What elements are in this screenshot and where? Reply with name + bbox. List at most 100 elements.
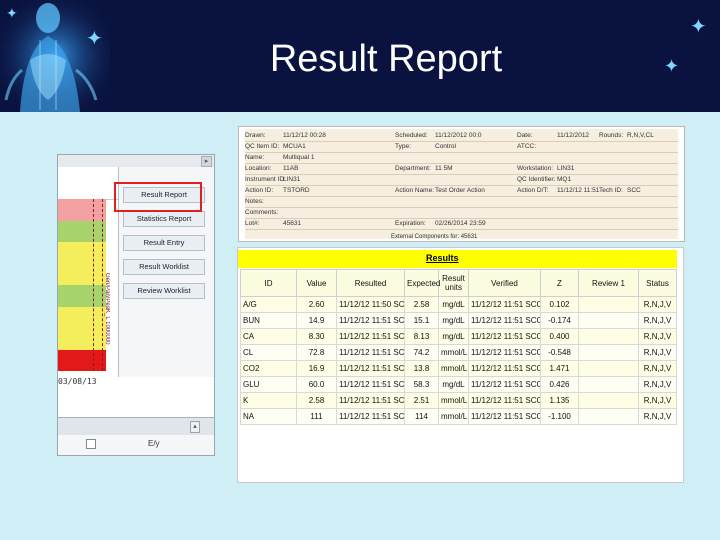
cell-units: mg/dL [438,328,469,345]
info-label: Type: [395,143,411,150]
info-label: ATCC: [517,143,537,150]
cell-resulted: 11/12/12 11:51 SCC [336,328,405,345]
column-header-verified[interactable]: Verified [468,269,541,297]
cell-value: 60.0 [296,376,337,393]
cell-z: -0.548 [540,344,579,361]
cell-id: A/G [240,296,297,313]
title-banner: ✦ ✦ ✦ ✦ Result Report [0,0,720,112]
application-menu-screenshot: ▸ Gen/Pan/PeaK_L 1000000 03/08/13 Result… [57,154,215,456]
table-row[interactable]: A/G 2.60 11/12/12 11:50 SCC 2.58 mg/dL 11/12/… [240,296,677,313]
info-label: Name: [245,154,265,161]
column-header-id[interactable]: ID [240,269,297,297]
cell-value: 2.60 [296,296,337,313]
column-header-units[interactable]: Result units [438,269,469,297]
cell-value: 14.9 [296,312,337,329]
column-header-status[interactable]: Status [638,269,677,297]
info-label: Action ID: [245,187,274,194]
info-label: Instrument ID: [245,176,286,183]
row-divider [245,207,678,208]
info-label: Comments: [245,209,279,216]
row-divider [245,196,678,197]
bottom-toolbar: ▴ [58,417,214,436]
info-value: MCUA1 [283,143,306,150]
info-value: R,N,V,CL [627,132,654,139]
cell-expected: 8.13 [404,328,439,345]
cell-expected: 2.51 [404,392,439,409]
info-value: 11AB [283,165,299,172]
table-row[interactable]: BUN 14.9 11/12/12 11:51 SCC 15.1 mg/dL 11/12/… [240,312,677,329]
cell-value: 8.30 [296,328,337,345]
table-row[interactable]: GLU 60.0 11/12/12 11:51 SCC 58.3 mg/dL 11/12/… [240,376,677,393]
info-value: 11 5M [435,165,453,172]
cell-z: 0.102 [540,296,579,313]
checkbox[interactable] [86,439,96,449]
info-value: LIN31 [557,165,575,172]
result-worklist-button[interactable]: Result Worklist [123,259,205,275]
info-label: Action D/T: [517,187,549,194]
cell-verified: 11/12/12 11:51 SCC [468,328,541,345]
chart-header [58,167,118,200]
info-label: Drawn: [245,132,266,139]
cell-expected: 58.3 [404,376,439,393]
info-label: Tech ID: [599,187,623,194]
cell-review [578,392,639,409]
column-header-resulted[interactable]: Resulted [336,269,405,297]
column-header-expected[interactable]: Expected [404,269,440,297]
row-divider [245,163,678,164]
cell-id: CO2 [240,360,297,377]
cell-z: -0.174 [540,312,579,329]
info-value: MQ1 [557,176,572,183]
table-header-row: ID Value Resulted Expected Result units … [240,269,677,297]
review-worklist-button[interactable]: Review Worklist [123,283,205,299]
info-label: Location: [245,165,272,172]
cell-z: 1.135 [540,392,579,409]
cell-resulted: 11/12/12 11:51 SCC [336,376,405,393]
column-header-review[interactable]: Review 1 [578,269,639,297]
vertical-chart-label: Gen/Pan/PeaK_L 1000000 [104,273,110,345]
cell-units: mmol/L [438,344,469,361]
cell-z: 0.426 [540,376,579,393]
table-row[interactable]: CA 8.30 11/12/12 11:51 SCC 8.13 mg/dL 11/12/1… [240,328,677,345]
info-value: TSTORD [283,187,310,194]
info-label: Department: [395,165,431,172]
cell-resulted: 11/12/12 11:51 SCC [336,392,405,409]
table-row[interactable]: NA 111 11/12/12 11:51 SCC 114 mmol/L 11/12/12… [240,408,677,425]
cell-z: 0.400 [540,328,579,345]
column-header-z[interactable]: Z [540,269,579,297]
cell-review [578,408,639,425]
info-label: Workstation: [517,165,554,172]
cell-review [578,376,639,393]
cell-units: mmol/L [438,360,469,377]
results-title: Results [426,253,459,263]
scroll-right-icon[interactable]: ▸ [201,156,212,167]
statistics-report-button[interactable]: Statistics Report [123,211,205,227]
info-label: Expiration: [395,220,426,227]
qc-info-details: External Components for: 45631 Drawn: 11/… [245,129,678,240]
info-value: Test Order Action [435,187,485,194]
info-value: Control [435,143,456,150]
sparkle-icon: ✦ [690,14,707,38]
table-row[interactable]: K 2.58 11/12/12 11:51 SCC 2.51 mmol/L 11/12/1… [240,392,677,409]
cell-id: NA [240,408,297,425]
column-header-value[interactable]: Value [296,269,337,297]
table-row[interactable]: CO2 16.9 11/12/12 11:51 SCC 13.8 mmol/L 11/12… [240,360,677,377]
cell-resulted: 11/12/12 11:51 SCC [336,408,405,425]
scroll-up-icon[interactable]: ▴ [190,421,200,433]
info-value: SCC [627,187,641,194]
cell-z: 1.471 [540,360,579,377]
cell-units: mg/dL [438,376,469,393]
cell-verified: 11/12/12 11:51 SCC [468,408,541,425]
chart-date: 03/08/13 [58,377,97,386]
cell-status: R,N,J,V [638,360,677,377]
cell-id: GLU [240,376,297,393]
cell-id: CA [240,328,297,345]
cell-expected: 114 [404,408,439,425]
cell-verified: 11/12/12 11:51 SCC [468,296,541,313]
cell-value: 72.8 [296,344,337,361]
sparkle-icon: ✦ [6,6,18,22]
cell-resulted: 11/12/12 11:51 SCC [336,360,405,377]
result-report-highlight [114,182,202,212]
result-entry-button[interactable]: Result Entry [123,235,205,251]
table-row[interactable]: CL 72.8 11/12/12 11:51 SCC 74.2 mmol/L 11/12/… [240,344,677,361]
page-title: Result Report [269,38,503,80]
